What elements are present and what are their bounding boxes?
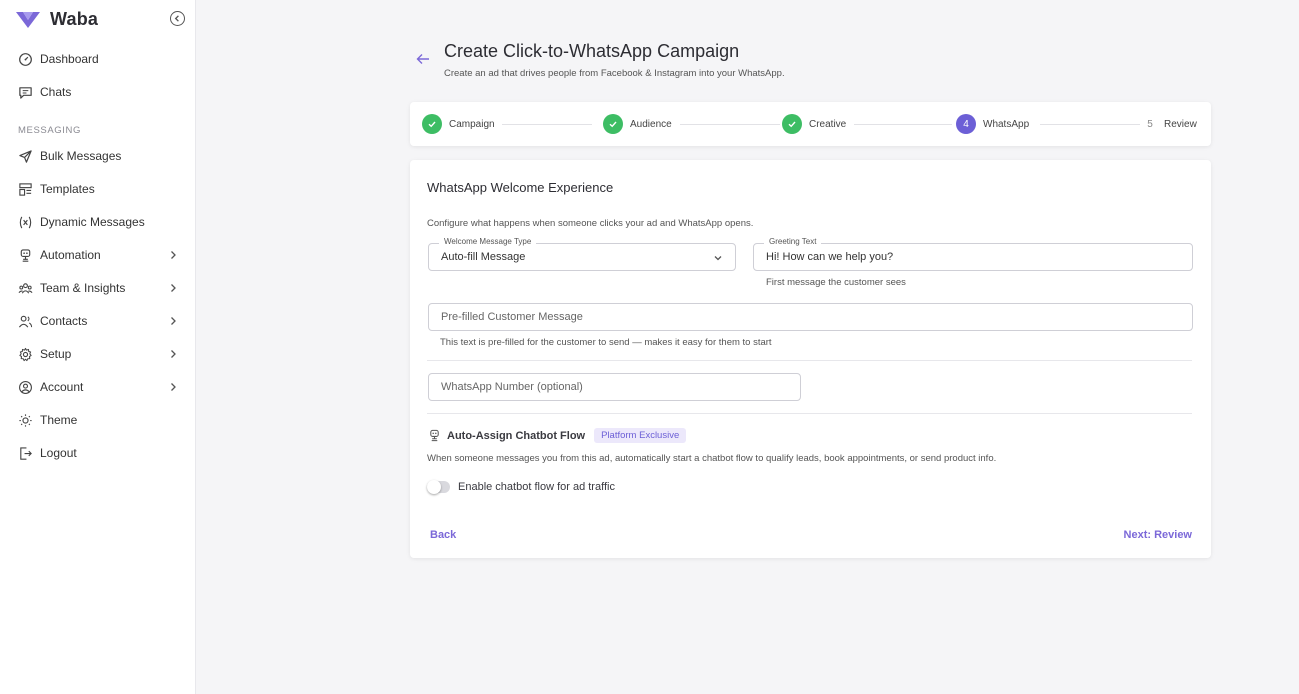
input-value: Hi! How can we help you? (766, 251, 894, 263)
robot-icon (430, 429, 439, 442)
card-title: WhatsApp Welcome Experience (427, 180, 614, 195)
page-title: Create Click-to-WhatsApp Campaign (444, 41, 740, 61)
check-icon (422, 114, 442, 134)
gear-icon (18, 347, 33, 362)
dashboard-icon (18, 52, 33, 67)
step-label: WhatsApp (983, 118, 1030, 130)
step-campaign[interactable]: Campaign (422, 114, 495, 134)
step-connector (502, 124, 592, 125)
chevron-down-icon (714, 256, 722, 261)
card-description: Configure what happens when someone clic… (427, 218, 754, 229)
check-icon (782, 114, 802, 134)
welcome-message-type-select[interactable]: Welcome Message Type Auto-fill Message (428, 237, 736, 271)
greeting-text-input[interactable]: Greeting Text Hi! How can we help you? (753, 237, 1193, 271)
sidebar-item-label: Account (40, 380, 84, 394)
sidebar-item-chats[interactable]: Chats (18, 81, 178, 103)
chatbot-section-header: Auto-Assign Chatbot Flow Platform Exclus… (428, 428, 687, 443)
send-icon (18, 149, 33, 164)
sidebar-item-templates[interactable]: Templates (18, 178, 178, 200)
chatbot-description: When someone messages you from this ad, … (427, 453, 997, 464)
sidebar-item-label: Team & Insights (40, 281, 126, 295)
step-connector (1040, 124, 1140, 125)
chevron-right-icon (171, 383, 176, 391)
step-review[interactable]: 5 Review (1144, 114, 1197, 134)
back-button[interactable]: Back (430, 529, 456, 541)
sidebar-item-label: Bulk Messages (40, 149, 122, 163)
back-arrow-icon[interactable] (416, 53, 430, 65)
step-label: Review (1164, 118, 1197, 130)
prefilled-helper-text: This text is pre-filled for the customer… (440, 337, 772, 348)
sidebar-item-label: Dynamic Messages (40, 215, 145, 229)
step-number: 5 (1147, 118, 1153, 130)
chatbot-toggle-row[interactable]: Enable chatbot flow for ad traffic (427, 480, 615, 494)
sidebar-item-theme[interactable]: Theme (18, 409, 178, 431)
sidebar-item-label: Chats (40, 85, 72, 99)
welcome-experience-card: WhatsApp Welcome Experience Configure wh… (410, 160, 1211, 558)
chatbot-toggle[interactable] (427, 480, 450, 494)
templates-icon (18, 182, 33, 197)
step-whatsapp[interactable]: 4 WhatsApp (956, 114, 1029, 134)
sidebar-item-label: Automation (40, 248, 101, 262)
next-review-button[interactable]: Next: Review (1124, 529, 1192, 541)
field-label: Welcome Message Type (439, 237, 537, 246)
step-label: Campaign (449, 118, 495, 130)
sidebar-item-bulk-messages[interactable]: Bulk Messages (18, 145, 178, 167)
progress-stepper: Campaign Audience Creative 4 WhatsApp 5 … (410, 102, 1211, 146)
chevron-right-icon (171, 284, 176, 292)
sidebar-item-setup[interactable]: Setup (18, 343, 178, 365)
sidebar-item-label: Templates (40, 182, 95, 196)
sidebar: Waba Dashboard Chats MESSAGING Bulk Mess… (0, 0, 196, 694)
step-connector (854, 124, 952, 125)
account-icon (18, 380, 33, 395)
chevron-right-icon (171, 350, 176, 358)
waba-logo-icon (16, 12, 40, 28)
team-icon (18, 281, 33, 296)
sidebar-item-logout[interactable]: Logout (18, 442, 178, 464)
step-creative[interactable]: Creative (782, 114, 846, 134)
section-label-messaging: MESSAGING (18, 125, 81, 136)
step-label: Creative (809, 118, 847, 130)
whatsapp-number-input[interactable]: WhatsApp Number (optional) (428, 373, 801, 401)
page-subtitle: Create an ad that drives people from Fac… (444, 68, 785, 79)
sidebar-item-label: Logout (40, 446, 77, 460)
sun-icon (18, 413, 33, 428)
sidebar-item-account[interactable]: Account (18, 376, 178, 398)
sidebar-item-label: Contacts (40, 314, 88, 328)
platform-exclusive-badge: Platform Exclusive (594, 428, 687, 443)
step-number: 4 (956, 114, 976, 134)
sidebar-item-team-insights[interactable]: Team & Insights (18, 277, 178, 299)
sidebar-item-label: Theme (40, 413, 78, 427)
divider (427, 360, 1192, 361)
logout-icon (18, 446, 33, 461)
sidebar-item-dynamic-messages[interactable]: Dynamic Messages (18, 211, 178, 233)
input-placeholder: WhatsApp Number (optional) (441, 381, 583, 393)
sidebar-item-label: Setup (40, 347, 72, 361)
prefilled-message-input[interactable]: Pre-filled Customer Message (428, 303, 1193, 331)
variable-icon (18, 215, 33, 230)
chevron-right-icon (171, 251, 176, 259)
step-label: Audience (630, 118, 672, 130)
field-label: Greeting Text (764, 237, 822, 246)
sidebar-item-label: Dashboard (40, 52, 99, 66)
app-name: Waba (50, 8, 99, 29)
automation-icon (18, 248, 33, 263)
toggle-label: Enable chatbot flow for ad traffic (458, 481, 615, 493)
sidebar-item-automation[interactable]: Automation (18, 244, 178, 266)
select-value: Auto-fill Message (441, 251, 526, 263)
brand[interactable]: Waba (15, 8, 98, 30)
chatbot-title: Auto-Assign Chatbot Flow (447, 429, 586, 442)
divider (427, 413, 1192, 414)
step-connector (680, 124, 780, 125)
input-placeholder: Pre-filled Customer Message (441, 311, 583, 323)
chat-icon (18, 85, 33, 100)
greeting-helper-text: First message the customer sees (766, 277, 906, 288)
step-audience[interactable]: Audience (603, 114, 672, 134)
sidebar-item-contacts[interactable]: Contacts (18, 310, 178, 332)
check-icon (603, 114, 623, 134)
contacts-icon (18, 314, 33, 329)
sidebar-item-dashboard[interactable]: Dashboard (18, 48, 178, 70)
sidebar-collapse-icon[interactable] (170, 11, 185, 26)
chevron-right-icon (171, 317, 176, 325)
